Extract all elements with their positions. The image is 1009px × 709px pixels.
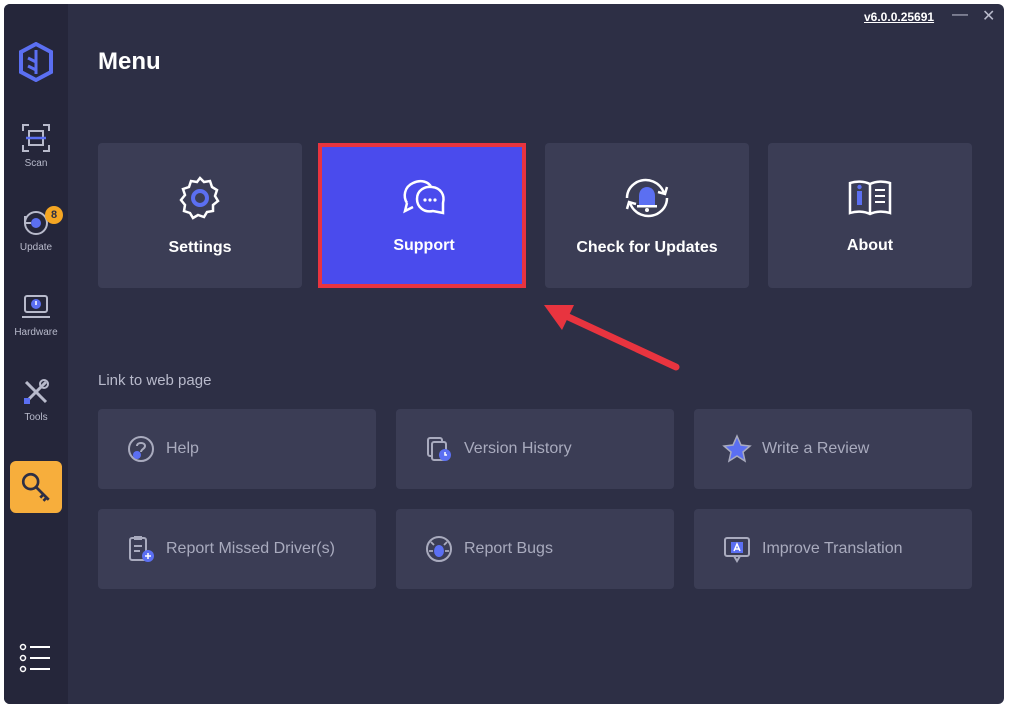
list-icon[interactable] [18,642,54,674]
settings-card[interactable]: Settings [98,143,302,288]
link-label: Write a Review [762,440,870,457]
sidebar-item-label: Scan [24,158,48,169]
sidebar-item-tools[interactable]: Tools [4,376,68,446]
bell-refresh-icon [625,178,669,218]
report-bugs-link[interactable]: Report Bugs [396,509,674,589]
translate-icon [724,537,750,563]
star-icon [722,434,752,463]
help-link[interactable]: Help [98,409,376,489]
card-label: Check for Updates [576,239,718,256]
link-label: Version History [464,440,572,457]
hardware-icon [22,295,50,318]
book-icon [848,180,892,216]
bug-icon [426,536,452,562]
scan-icon [22,124,50,152]
sidebar-item-license[interactable] [10,461,62,513]
link-label: Report Bugs [464,540,553,557]
sidebar-item-label: Tools [24,412,48,423]
update-count-badge: 8 [45,206,63,224]
app-window: Scan Update 8 Hardware Tools v6.0.0.2569… [4,4,1004,704]
page-title: Menu [98,48,161,75]
app-logo-icon [19,42,53,82]
sidebar: Scan Update 8 Hardware Tools [4,4,68,704]
check-updates-card[interactable]: Check for Updates [545,143,749,288]
support-card[interactable]: Support [322,143,526,288]
key-icon [21,472,50,502]
about-card[interactable]: About [768,143,972,288]
annotation-arrow [544,305,680,371]
minimize-button[interactable]: — [952,6,968,24]
gear-icon [179,176,220,220]
link-label: Help [166,440,199,457]
sidebar-item-label: Hardware [14,327,58,338]
write-review-link[interactable]: Write a Review [694,409,972,489]
chat-icon [403,179,445,215]
card-label: Settings [168,239,232,256]
card-label: Support [393,237,455,254]
version-history-link[interactable]: Version History [396,409,674,489]
link-label: Report Missed Driver(s) [166,540,335,557]
close-button[interactable]: ✕ [982,6,995,26]
report-driver-icon [129,536,154,562]
sidebar-item-hardware[interactable]: Hardware [4,291,68,361]
report-missed-drivers-link[interactable]: Report Missed Driver(s) [98,509,376,589]
links-section-title: Link to web page [98,372,212,389]
sidebar-item-label: Update [19,242,53,253]
card-label: About [846,237,894,254]
version-history-icon [427,437,451,461]
link-label: Improve Translation [762,540,903,557]
version-link[interactable]: v6.0.0.25691 [864,10,934,24]
sidebar-item-update[interactable]: Update 8 [4,206,68,276]
sidebar-item-scan[interactable]: Scan [4,122,68,192]
improve-translation-link[interactable]: Improve Translation [694,509,972,589]
tools-icon [24,379,49,404]
help-icon [128,436,154,462]
